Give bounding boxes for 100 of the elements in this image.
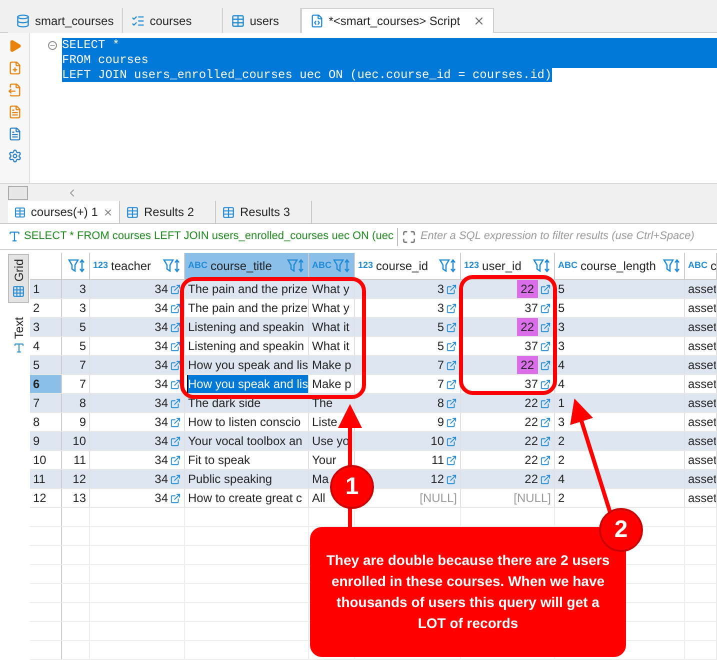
table-cell: How you speak and lis bbox=[188, 375, 308, 393]
link-icon[interactable] bbox=[540, 474, 551, 484]
editor-tab[interactable]: *<smart_courses> Script bbox=[300, 8, 494, 33]
editor-tab[interactable]: smart_courses bbox=[8, 8, 123, 33]
link-icon[interactable] bbox=[540, 378, 551, 390]
row-number[interactable]: 2 bbox=[30, 299, 62, 317]
run-icon[interactable] bbox=[8, 39, 22, 53]
link-icon[interactable] bbox=[446, 284, 457, 294]
table-cell-text: 11 bbox=[74, 452, 86, 469]
link-icon[interactable] bbox=[446, 454, 457, 466]
table-cell-text: All bbox=[312, 490, 326, 507]
arrow bbox=[338, 404, 362, 466]
column-title: c bbox=[710, 258, 716, 275]
close-icon[interactable] bbox=[102, 206, 113, 218]
filter-sort-icon[interactable] bbox=[439, 259, 457, 273]
link-icon[interactable] bbox=[170, 302, 181, 314]
type-label: ABC bbox=[688, 259, 708, 272]
row-number[interactable]: 8 bbox=[30, 413, 62, 431]
table-cell-text: Make p bbox=[312, 376, 352, 393]
column-header[interactable]: ABC course_title bbox=[185, 253, 309, 279]
editor-tab[interactable]: courses bbox=[122, 8, 223, 33]
link-icon[interactable] bbox=[446, 436, 457, 446]
close-icon[interactable] bbox=[473, 15, 486, 27]
link-icon[interactable] bbox=[540, 398, 551, 408]
row-number[interactable]: 10 bbox=[30, 451, 62, 469]
table-cell-text: 22 bbox=[524, 471, 538, 488]
table-cell-text: How you speak and lis bbox=[188, 357, 308, 374]
sql-text-icon bbox=[8, 230, 21, 243]
link-icon[interactable] bbox=[170, 398, 181, 408]
settings-icon[interactable] bbox=[8, 149, 22, 163]
link-icon[interactable] bbox=[170, 340, 181, 352]
row-number[interactable]: 6 bbox=[30, 375, 62, 393]
panel-toggle[interactable] bbox=[8, 186, 28, 200]
filter-sort-icon[interactable] bbox=[333, 259, 351, 273]
link-icon[interactable] bbox=[446, 360, 457, 370]
link-icon[interactable] bbox=[540, 436, 551, 446]
filter-sort-icon[interactable] bbox=[533, 259, 551, 273]
column-header[interactable]: ABC course_length bbox=[555, 253, 685, 279]
link-icon[interactable] bbox=[170, 492, 181, 504]
link-icon[interactable] bbox=[540, 284, 551, 294]
link-icon[interactable] bbox=[446, 340, 457, 352]
link-icon[interactable] bbox=[540, 302, 551, 314]
link-icon[interactable] bbox=[540, 454, 551, 466]
filter-sort-icon[interactable] bbox=[287, 259, 305, 273]
table-cell: 22 bbox=[516, 280, 538, 298]
table-cell-text: 1 bbox=[558, 395, 565, 412]
link-icon[interactable] bbox=[446, 474, 457, 484]
link-icon[interactable] bbox=[446, 378, 457, 390]
row-number[interactable]: 12 bbox=[30, 489, 62, 507]
link-icon[interactable] bbox=[446, 322, 457, 332]
link-icon[interactable] bbox=[446, 416, 457, 428]
table-cell-text: Ma bbox=[312, 471, 329, 488]
run-plus-icon[interactable] bbox=[8, 61, 22, 75]
filter-sort-icon[interactable] bbox=[68, 259, 86, 273]
table-cell-text: 5 bbox=[437, 338, 444, 355]
table-cell-text: 10 bbox=[430, 433, 444, 450]
link-icon[interactable] bbox=[170, 284, 181, 294]
filter-sort-icon[interactable] bbox=[163, 259, 181, 273]
table-cell-text: 34 bbox=[154, 471, 168, 488]
row-number[interactable]: 4 bbox=[30, 337, 62, 355]
link-icon[interactable] bbox=[540, 360, 551, 370]
row-number[interactable]: 3 bbox=[30, 318, 62, 336]
link-icon[interactable] bbox=[540, 416, 551, 428]
editor-tab[interactable]: users bbox=[222, 8, 301, 33]
link-icon[interactable] bbox=[170, 360, 181, 370]
link-icon[interactable] bbox=[170, 416, 181, 428]
row-number[interactable]: 7 bbox=[30, 394, 62, 412]
fold-icon[interactable] bbox=[47, 40, 58, 51]
row-number[interactable]: 1 bbox=[30, 280, 62, 298]
link-icon[interactable] bbox=[170, 436, 181, 446]
view-mode-tab[interactable]: Grid bbox=[8, 254, 29, 303]
type-label: 123 bbox=[93, 259, 108, 272]
table-cell-text: 5 bbox=[558, 300, 565, 317]
column-header[interactable]: ABC c bbox=[685, 253, 717, 279]
script-run-icon[interactable] bbox=[8, 83, 22, 97]
document-icon[interactable] bbox=[8, 127, 22, 141]
link-icon[interactable] bbox=[170, 454, 181, 466]
link-icon[interactable] bbox=[540, 322, 551, 332]
filter-input[interactable]: Enter a SQL expression to filter results (use Ctrl+Space) bbox=[420, 228, 717, 245]
link-icon[interactable] bbox=[170, 474, 181, 484]
type-label: ABC bbox=[558, 259, 578, 272]
filter-sort-icon[interactable] bbox=[663, 259, 681, 273]
row-number[interactable]: 5 bbox=[30, 356, 62, 374]
row-number[interactable]: 11 bbox=[30, 470, 62, 488]
table-check-icon bbox=[130, 14, 145, 28]
table-cell-text: 34 bbox=[154, 395, 168, 412]
link-icon[interactable] bbox=[540, 340, 551, 352]
link-icon[interactable] bbox=[446, 302, 457, 314]
table-icon bbox=[126, 206, 139, 218]
link-icon[interactable] bbox=[170, 322, 181, 332]
row-number[interactable]: 9 bbox=[30, 432, 62, 450]
table-cell-text: 7 bbox=[79, 376, 86, 393]
view-mode-tab[interactable]: Text bbox=[8, 312, 29, 358]
column-title: course_id bbox=[376, 258, 428, 275]
table-cell-text: 3 bbox=[437, 281, 444, 298]
link-icon[interactable] bbox=[170, 378, 181, 390]
expand-icon[interactable] bbox=[402, 230, 416, 244]
results-tab[interactable]: courses(+) 1 bbox=[8, 201, 120, 223]
link-icon[interactable] bbox=[446, 398, 457, 408]
file-icon[interactable] bbox=[8, 105, 22, 119]
